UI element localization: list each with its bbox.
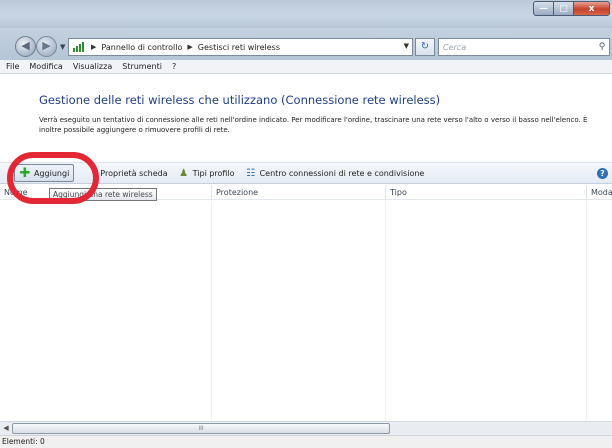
breadcrumb-manage-wireless[interactable]: Gestisci reti wireless xyxy=(198,43,280,52)
close-button[interactable]: x xyxy=(574,1,610,16)
search-icon[interactable]: ⚲ xyxy=(595,42,609,52)
page-title: Gestione delle reti wireless che utilizz… xyxy=(39,93,441,107)
search-input[interactable]: Cerca xyxy=(439,43,595,52)
network-icon: ☷ xyxy=(246,167,256,179)
profile-types-button[interactable]: ♟ Tipi profilo xyxy=(174,164,239,182)
help-icon[interactable]: ? xyxy=(597,168,608,179)
menu-bar: File Modifica Visualizza Strumenti ? xyxy=(0,60,612,74)
address-bar[interactable]: ▶ Pannello di controllo ▶ Gestisci reti … xyxy=(68,38,413,56)
page-description: Verrà eseguito un tentativo di connessio… xyxy=(39,116,588,134)
address-dropdown-icon[interactable]: ▼ xyxy=(404,42,409,50)
column-divider xyxy=(211,201,212,421)
adapter-properties-button[interactable]: Proprietà scheda xyxy=(96,164,171,182)
navigation-bar: ◀ ▶ ▼ ▶ Pannello di controllo ▶ Gestisci… xyxy=(0,28,612,60)
refresh-icon[interactable]: ↻ xyxy=(415,38,435,56)
breadcrumb-separator-icon: ▶ xyxy=(187,43,193,51)
recent-pages-dropdown-icon[interactable]: ▼ xyxy=(60,43,65,51)
search-box[interactable]: Cerca ⚲ xyxy=(438,38,610,56)
adapter-properties-label: Proprietà scheda xyxy=(100,168,168,178)
network-center-button[interactable]: ☷ Centro connessioni di rete e condivisi… xyxy=(241,164,429,182)
column-header-security[interactable]: Protezione xyxy=(211,185,385,200)
back-arrow-icon[interactable]: ◀ xyxy=(15,36,36,57)
menu-file[interactable]: File xyxy=(0,62,24,71)
scrollbar-thumb[interactable]: III xyxy=(12,423,390,434)
caption-buttons: — □ x xyxy=(533,1,610,16)
menu-edit[interactable]: Modifica xyxy=(24,62,67,71)
profile-types-label: Tipi profilo xyxy=(192,168,235,178)
horizontal-scrollbar[interactable]: ◀ III xyxy=(0,421,612,435)
status-bar: Elementi: 0 xyxy=(0,435,612,448)
network-center-label: Centro connessioni di rete e condivision… xyxy=(259,168,425,178)
minimize-button[interactable]: — xyxy=(533,1,554,16)
menu-tools[interactable]: Strumenti xyxy=(117,62,167,71)
control-panel-icon xyxy=(72,41,86,53)
breadcrumb-separator-icon: ▶ xyxy=(91,43,97,51)
forward-arrow-icon[interactable]: ▶ xyxy=(36,36,57,57)
window-titlebar[interactable]: — □ x xyxy=(0,0,612,28)
maximize-button[interactable]: □ xyxy=(554,1,574,16)
column-divider xyxy=(385,201,386,421)
column-divider xyxy=(586,201,587,421)
breadcrumb-control-panel[interactable]: Pannello di controllo xyxy=(101,43,182,52)
page-header: Gestione delle reti wireless che utilizz… xyxy=(0,75,612,160)
highlight-circle xyxy=(7,152,99,204)
column-header-mode[interactable]: Modalità xyxy=(586,185,612,200)
column-header-type[interactable]: Tipo xyxy=(385,185,586,200)
menu-help[interactable]: ? xyxy=(167,62,181,71)
menu-view[interactable]: Visualizza xyxy=(68,62,117,71)
networks-list[interactable] xyxy=(0,201,612,421)
items-count: Elementi: 0 xyxy=(2,437,45,446)
user-icon: ♟ xyxy=(179,167,189,179)
scroll-left-icon[interactable]: ◀ xyxy=(0,422,12,435)
